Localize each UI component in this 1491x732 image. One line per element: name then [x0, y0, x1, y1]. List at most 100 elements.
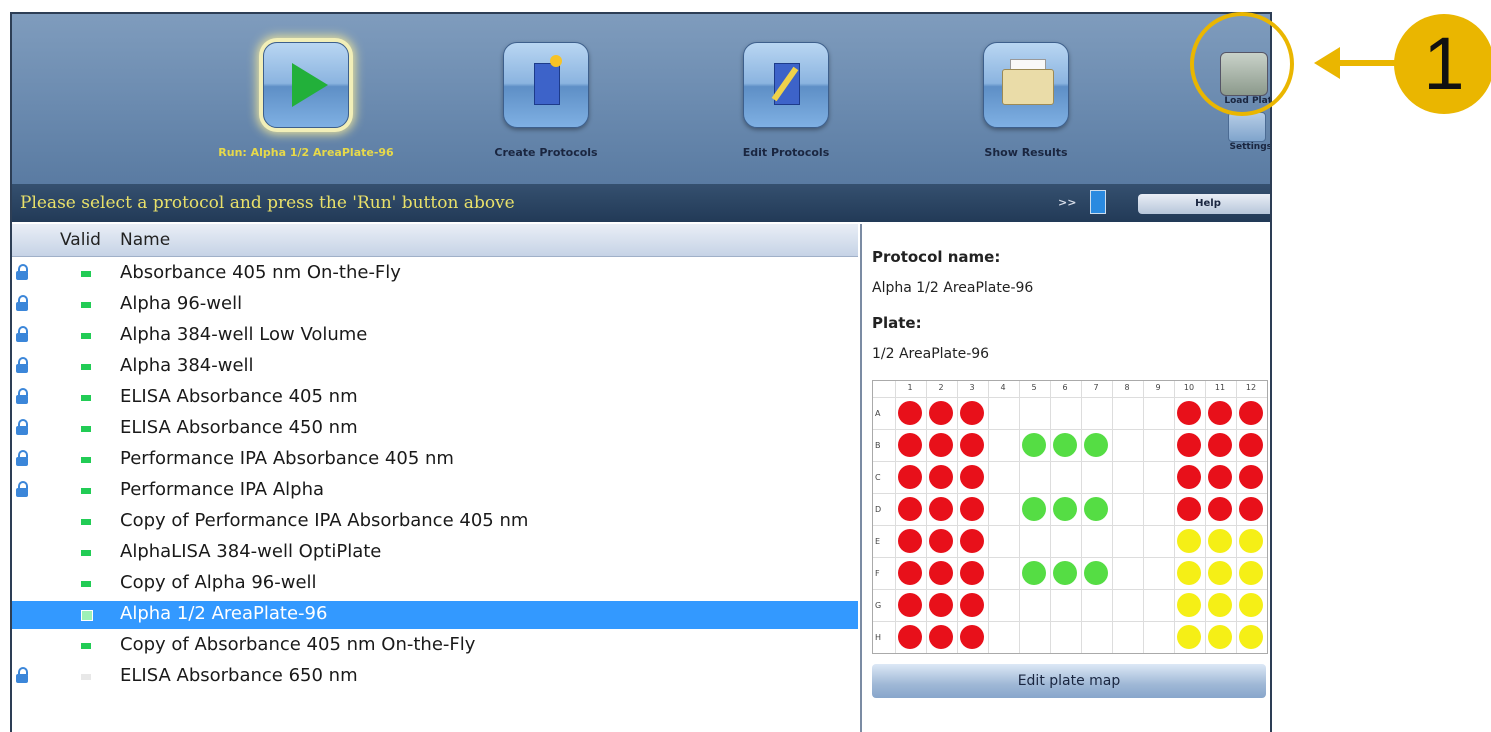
plate-well[interactable]	[1177, 625, 1201, 649]
plate-well[interactable]	[1177, 593, 1201, 617]
plate-well[interactable]	[960, 465, 984, 489]
plate-well[interactable]	[1177, 433, 1201, 457]
instruction-message: Please select a protocol and press the '…	[20, 193, 515, 213]
plate-well[interactable]	[960, 593, 984, 617]
plate-well[interactable]	[960, 561, 984, 585]
plate-well[interactable]	[1239, 561, 1263, 585]
plate-well[interactable]	[1208, 401, 1232, 425]
list-item[interactable]: ELISA Absorbance 405 nm	[12, 384, 858, 412]
valid-indicator-icon	[81, 519, 91, 525]
plate-well[interactable]	[1208, 433, 1232, 457]
plate-well[interactable]	[929, 529, 953, 553]
plate-well[interactable]	[1208, 625, 1232, 649]
expand-arrows-icon[interactable]: >>	[1058, 196, 1076, 209]
list-item[interactable]: ELISA Absorbance 650 nm	[12, 663, 858, 691]
lock-icon	[16, 388, 28, 404]
protocol-name: Absorbance 405 nm On-the-Fly	[120, 262, 401, 283]
plate-well[interactable]	[929, 497, 953, 521]
plate-well[interactable]	[1208, 497, 1232, 521]
list-item[interactable]: Alpha 384-well	[12, 353, 858, 381]
plate-well[interactable]	[960, 529, 984, 553]
plate-well[interactable]	[929, 625, 953, 649]
plate-well[interactable]	[1022, 561, 1046, 585]
plate-well[interactable]	[1177, 561, 1201, 585]
plate-well[interactable]	[929, 401, 953, 425]
plate-well[interactable]	[1022, 433, 1046, 457]
run-button[interactable]: Run: Alpha 1/2 AreaPlate-96	[216, 42, 396, 182]
plate-well[interactable]	[1177, 529, 1201, 553]
show-results-button[interactable]: Show Results	[936, 42, 1116, 182]
plate-well[interactable]	[1084, 433, 1108, 457]
plate-map[interactable]: 1 2 3 4 5 6 7 8 9 10 11 12 A B C D E F G H	[872, 380, 1268, 654]
plate-well[interactable]	[1177, 401, 1201, 425]
plate-well[interactable]	[929, 433, 953, 457]
plate-well[interactable]	[1239, 465, 1263, 489]
plate-well[interactable]	[1208, 561, 1232, 585]
plate-well[interactable]	[929, 561, 953, 585]
plate-well[interactable]	[1239, 593, 1263, 617]
list-item[interactable]: Performance IPA Alpha	[12, 477, 858, 505]
plate-well[interactable]	[960, 497, 984, 521]
plate-well[interactable]	[929, 465, 953, 489]
list-item[interactable]: Copy of Absorbance 405 nm On-the-Fly	[12, 632, 858, 660]
plate-grid-line	[957, 381, 958, 653]
edit-protocols-button[interactable]: Edit Protocols	[696, 42, 876, 182]
plate-well[interactable]	[1053, 561, 1077, 585]
column-header-name[interactable]: Name	[120, 230, 170, 250]
plate-well[interactable]	[898, 593, 922, 617]
settings-icon	[1228, 112, 1266, 142]
column-header-valid[interactable]: Valid	[60, 230, 101, 250]
lock-icon	[16, 419, 28, 435]
create-protocols-button[interactable]: Create Protocols	[456, 42, 636, 182]
plate-well[interactable]	[1053, 497, 1077, 521]
plate-well[interactable]	[898, 625, 922, 649]
settings-button[interactable]: Settings	[1204, 112, 1270, 152]
plate-well[interactable]	[898, 529, 922, 553]
plate-row-label: H	[875, 633, 882, 642]
plate-well[interactable]	[1022, 497, 1046, 521]
plate-well[interactable]	[1208, 465, 1232, 489]
plate-well[interactable]	[1177, 497, 1201, 521]
plate-well[interactable]	[898, 433, 922, 457]
valid-indicator-icon	[81, 302, 91, 308]
plate-well[interactable]	[1208, 593, 1232, 617]
plate-well[interactable]	[1084, 561, 1108, 585]
protocol-name: ELISA Absorbance 650 nm	[120, 665, 358, 686]
plate-well[interactable]	[1084, 497, 1108, 521]
plate-well[interactable]	[1239, 401, 1263, 425]
plate-column-label: 12	[1245, 383, 1257, 392]
flag-icon[interactable]	[1090, 190, 1106, 214]
list-item[interactable]: Alpha 96-well	[12, 291, 858, 319]
plate-well[interactable]	[1177, 465, 1201, 489]
list-item[interactable]: Copy of Alpha 96-well	[12, 570, 858, 598]
plate-well[interactable]	[898, 401, 922, 425]
plate-grid-line	[1174, 381, 1175, 653]
plate-column-label: 7	[1093, 383, 1099, 392]
plate-well[interactable]	[929, 593, 953, 617]
list-item[interactable]: Performance IPA Absorbance 405 nm	[12, 446, 858, 474]
help-button[interactable]: Help	[1138, 194, 1270, 214]
plate-well[interactable]	[960, 625, 984, 649]
plate-well[interactable]	[960, 433, 984, 457]
plate-grid-line	[1112, 381, 1113, 653]
list-item[interactable]: Alpha 384-well Low Volume	[12, 322, 858, 350]
plate-well[interactable]	[898, 497, 922, 521]
plate-well[interactable]	[1208, 529, 1232, 553]
list-item[interactable]: AlphaLISA 384-well OptiPlate	[12, 539, 858, 567]
invalid-indicator-icon	[81, 674, 91, 680]
edit-plate-map-button[interactable]: Edit plate map	[872, 664, 1266, 698]
plate-well[interactable]	[1239, 433, 1263, 457]
list-item[interactable]: Absorbance 405 nm On-the-Fly	[12, 260, 858, 288]
plate-well[interactable]	[1239, 497, 1263, 521]
plate-well[interactable]	[960, 401, 984, 425]
plate-well[interactable]	[1239, 625, 1263, 649]
list-item[interactable]: ELISA Absorbance 450 nm	[12, 415, 858, 443]
plate-well[interactable]	[1239, 529, 1263, 553]
list-item[interactable]: Alpha 1/2 AreaPlate-96	[12, 601, 858, 629]
list-item[interactable]: Copy of Performance IPA Absorbance 405 n…	[12, 508, 858, 536]
plate-well[interactable]	[1053, 433, 1077, 457]
plate-value: 1/2 AreaPlate-96	[872, 346, 990, 362]
plate-well[interactable]	[898, 465, 922, 489]
valid-indicator-icon	[81, 610, 93, 621]
plate-well[interactable]	[898, 561, 922, 585]
